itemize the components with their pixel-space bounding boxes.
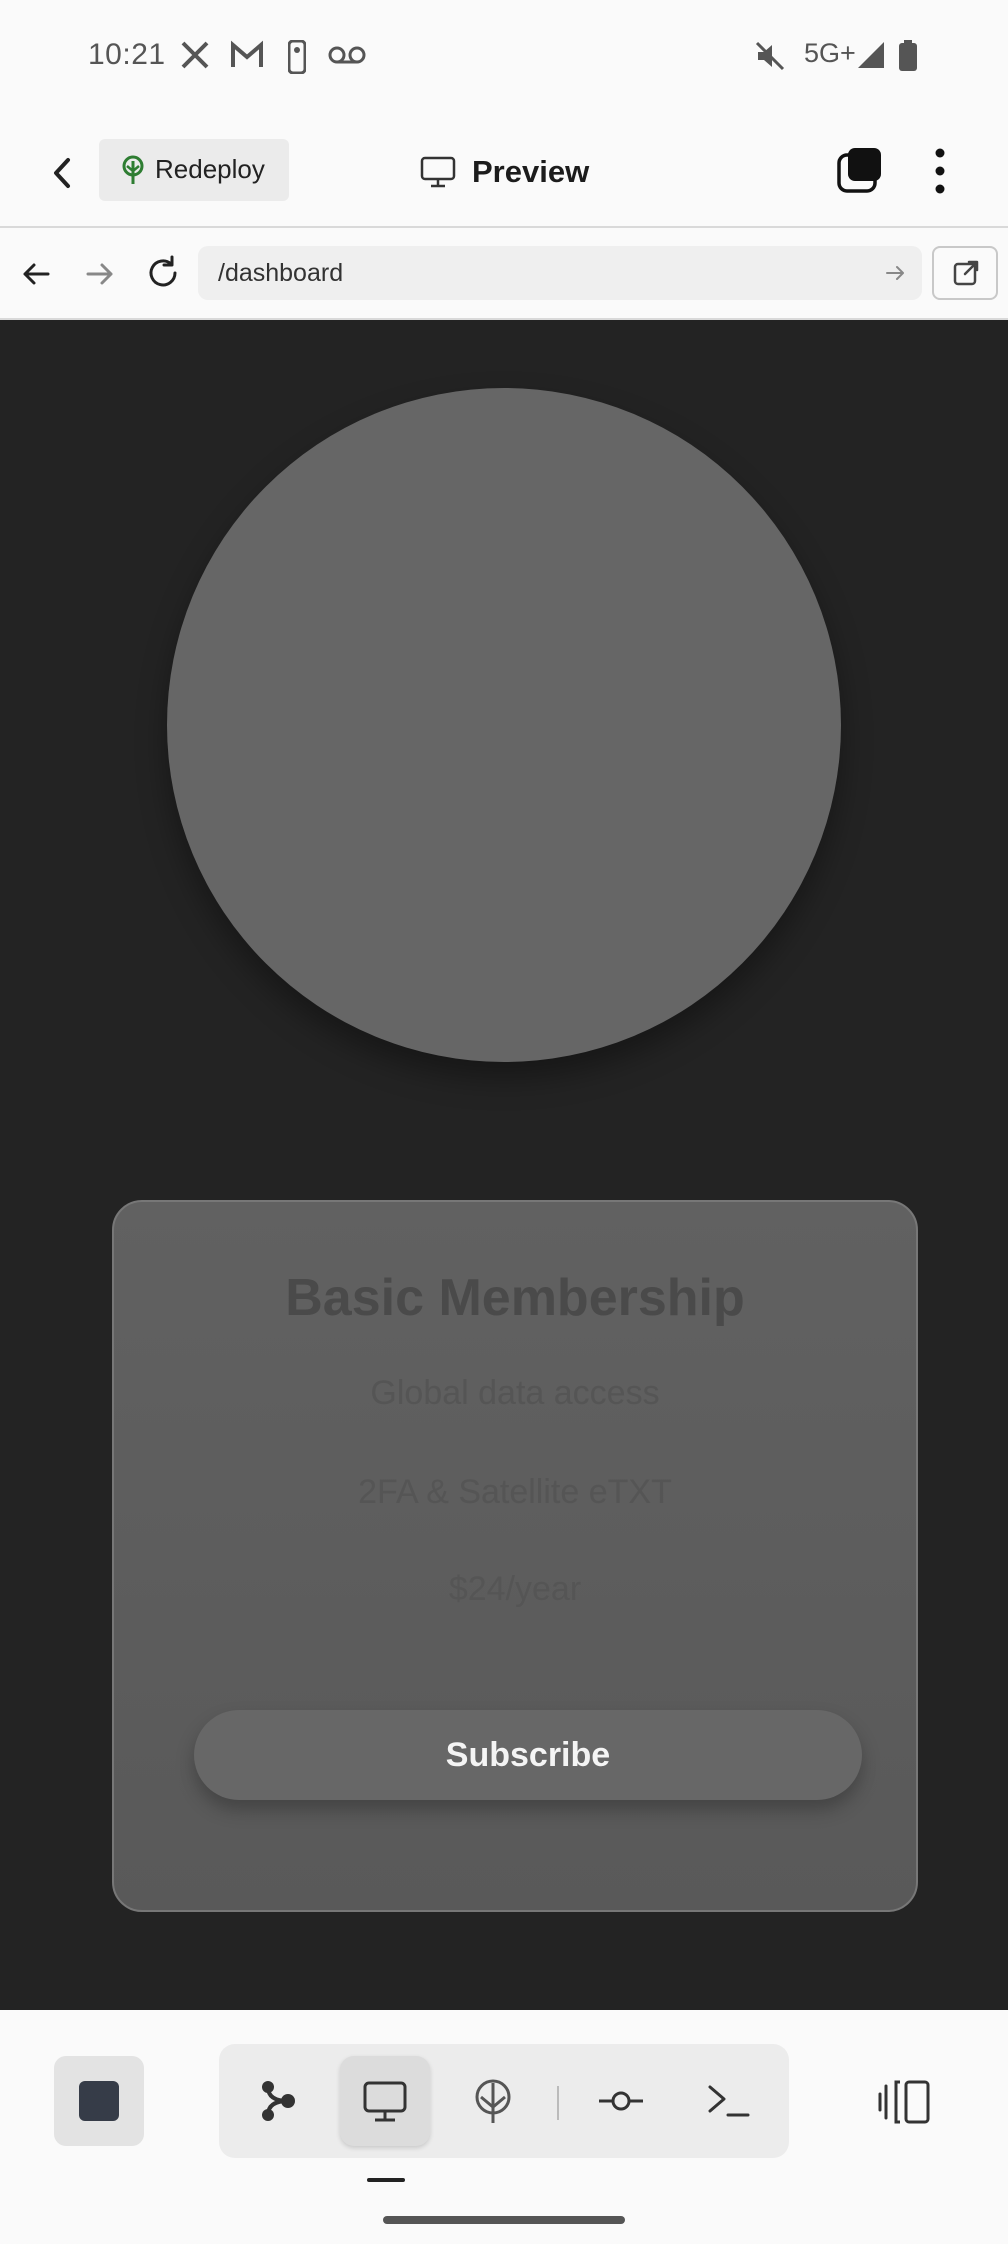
battery-icon — [898, 40, 918, 72]
more-vertical-icon — [935, 148, 945, 194]
network-type: 5G+ — [804, 38, 856, 68]
browser-bar: /dashboard — [0, 230, 1008, 320]
mute-icon — [754, 40, 786, 72]
gmail-icon — [230, 40, 264, 70]
tool-graph[interactable] — [233, 2056, 323, 2146]
card-feature-1: Global data access — [370, 1374, 660, 1412]
status-time: 10:21 — [88, 38, 166, 71]
tool-preview[interactable] — [340, 2056, 430, 2146]
arrow-right-icon — [86, 263, 113, 285]
preview-title-group: Preview — [420, 146, 589, 198]
tool-terminal[interactable] — [683, 2056, 773, 2146]
deploy-icon — [475, 2079, 511, 2123]
preview-viewport[interactable]: Basic Membership Global data access 2FA … — [0, 320, 1008, 2010]
reload-icon — [149, 255, 177, 287]
card-title: Basic Membership — [285, 1269, 745, 1327]
open-external-button[interactable] — [932, 246, 998, 300]
url-field[interactable]: /dashboard — [198, 246, 922, 300]
voicemail-icon — [328, 40, 366, 70]
profile-circle — [167, 388, 841, 1062]
membership-card: Basic Membership Global data access 2FA … — [112, 1200, 918, 1912]
active-tab-indicator — [367, 2178, 405, 2182]
monitor-icon — [420, 156, 456, 188]
redeploy-button[interactable]: Redeploy — [99, 139, 289, 201]
devices-button[interactable] — [876, 2078, 934, 2126]
url-go-icon[interactable] — [884, 262, 906, 284]
tool-commit[interactable] — [576, 2056, 666, 2146]
nav-forward-button[interactable] — [82, 256, 118, 292]
redeploy-label: Redeploy — [155, 154, 265, 184]
toolbar-divider — [557, 2086, 559, 2120]
tabs-button[interactable] — [836, 146, 884, 194]
signal-icon — [856, 40, 886, 70]
arrow-left-icon — [23, 263, 50, 285]
reload-button[interactable] — [144, 254, 182, 292]
card-price: $24/year — [448, 1570, 582, 1608]
stop-icon — [79, 2081, 119, 2121]
back-button[interactable] — [40, 150, 86, 196]
subscribe-button[interactable]: Subscribe — [194, 1710, 862, 1800]
devices-icon — [878, 2080, 930, 2124]
home-indicator[interactable] — [383, 2216, 625, 2224]
deploy-tree-icon — [119, 155, 147, 185]
chevron-left-icon — [54, 158, 70, 188]
status-bar: 10:21 5G+ — [0, 0, 1008, 116]
stop-button[interactable] — [54, 2056, 144, 2146]
terminal-icon — [708, 2085, 750, 2117]
subscribe-label: Subscribe — [445, 1735, 611, 1774]
card-feature-2: 2FA & Satellite eTXT — [358, 1473, 672, 1511]
external-link-icon — [953, 260, 979, 286]
nba-icon — [288, 40, 306, 74]
nav-back-button[interactable] — [18, 256, 54, 292]
page-title: Preview — [472, 154, 590, 189]
tool-deploy[interactable] — [448, 2056, 538, 2146]
monitor-icon — [363, 2081, 407, 2122]
tabs-icon — [837, 148, 881, 193]
bottom-toolbar — [0, 2010, 1008, 2244]
x-icon — [180, 40, 210, 70]
app-header: Redeploy Preview — [0, 116, 1008, 228]
more-options-button[interactable] — [924, 146, 956, 196]
tool-group — [219, 2044, 789, 2158]
graph-icon — [262, 2081, 295, 2121]
url-text: /dashboard — [218, 259, 344, 287]
commit-icon — [599, 2091, 643, 2111]
